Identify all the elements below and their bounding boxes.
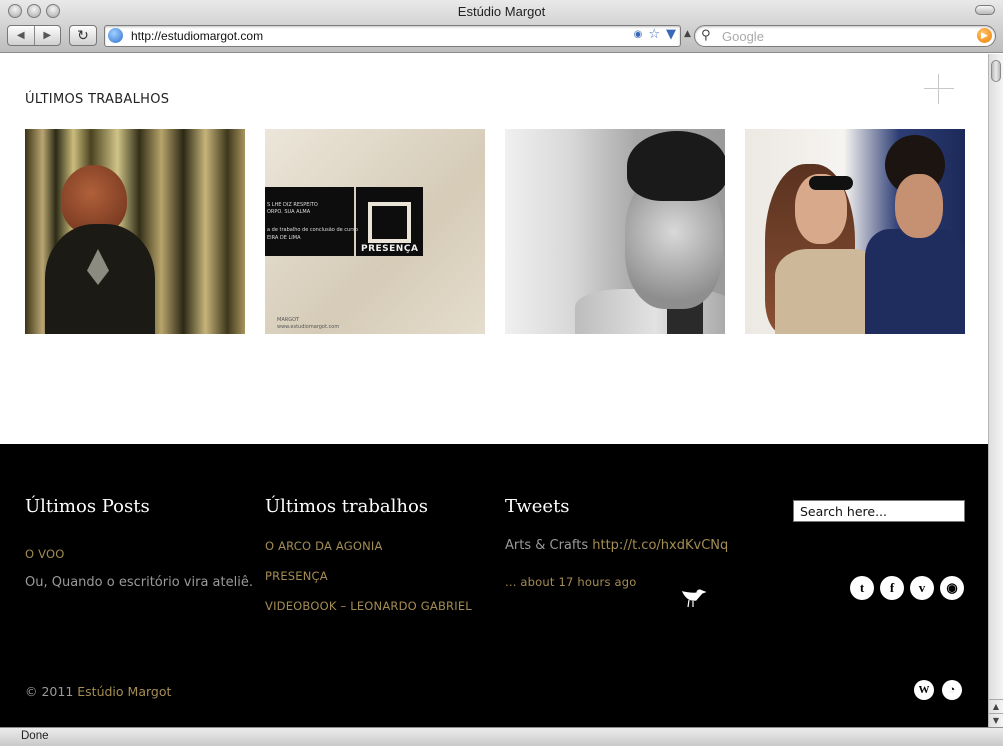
section-title: ÚLTIMOS TRABALHOS [25,92,170,107]
search-input[interactable]: Google [722,29,764,44]
work-link[interactable]: PRESENÇA [265,569,328,583]
wordpress-icon[interactable]: W [914,680,934,700]
orange-go-icon[interactable]: ▶ [977,28,992,43]
web-page: ÚLTIMOS TRABALHOS S LHE DIZ RESPEITO ORP… [0,54,988,727]
rss-icon[interactable]: ◉ [634,29,643,42]
scroll-down-icon[interactable]: ▼ [989,713,1003,727]
thumbnail-title: PRESENÇA [361,244,419,254]
credit-icons: W ◔ [914,680,962,700]
magnifier-icon[interactable]: ⚲ [701,28,711,43]
twitter-icon[interactable]: t [850,576,874,600]
site-footer: Últimos Posts O VOO Ou, Quando o escritó… [0,444,988,727]
work-link[interactable]: VIDEOBOOK – LEONARDO GABRIEL [265,599,472,613]
status-text: Done [21,730,49,742]
works-title: Últimos trabalhos [265,496,429,517]
forward-button[interactable]: ▶ [35,26,61,45]
footer-search-input[interactable]: Search here... [793,500,965,522]
globe-icon [108,28,123,43]
work-thumbnail-1[interactable] [25,129,245,334]
address-bar[interactable]: http://estudiomargot.com ◉ ☆ ▼ [104,25,681,47]
scroll-thumb[interactable] [991,60,1001,82]
tweet-time[interactable]: ... about 17 hours ago [505,575,637,589]
post-excerpt: Ou, Quando o escritório vira ateliê. [25,575,253,590]
post-link[interactable]: O VOO [25,547,64,561]
posts-title: Últimos Posts [25,496,150,517]
star-icon[interactable]: ☆ [648,27,660,42]
tweet-text: Arts & Crafts http://t.co/hxdKvCNq [505,538,729,553]
status-bar: Done [0,727,1003,746]
work-thumbnail-3[interactable] [505,129,725,334]
facebook-icon[interactable]: f [880,576,904,600]
reload-button[interactable]: ↻ [69,25,97,46]
twitter-bird-icon [681,589,706,608]
theme-credit-icon[interactable]: ◔ [942,680,962,700]
history-nav: ◀ ▶ [7,25,61,46]
address-text[interactable]: http://estudiomargot.com [131,29,263,43]
address-bar-icons: ◉ ☆ ▼ [634,27,676,42]
vertical-scrollbar[interactable]: ▲ ▼ [988,54,1003,727]
work-link[interactable]: O ARCO DA AGONIA [265,539,383,553]
copyright: © 2011 Estúdio Margot [25,684,172,699]
browser-toolbar: Estúdio Margot ◀ ▶ ↻ http://estudiomargo… [0,0,1003,53]
window-title: Estúdio Margot [457,4,546,19]
address-dropdown-icon[interactable]: ▲ [684,29,691,39]
plus-icon[interactable] [924,74,954,104]
scroll-up-icon[interactable]: ▲ [989,699,1003,713]
social-icons: t f v ◉ [850,576,964,600]
back-button[interactable]: ◀ [8,26,35,45]
work-thumbnail-4[interactable] [745,129,965,334]
chevron-down-icon[interactable]: ▼ [666,27,676,42]
search-bar[interactable]: ⚲ Google ▶ [694,25,996,47]
brand-link[interactable]: Estúdio Margot [77,684,171,699]
browser-window: Estúdio Margot ◀ ▶ ↻ http://estudiomargo… [0,0,1003,746]
margot-logo: MARGOT [277,317,300,323]
toolbar-toggle-button[interactable] [975,5,995,15]
tweet-link[interactable]: http://t.co/hxdKvCNq [592,538,728,553]
work-thumbnail-2[interactable]: S LHE DIZ RESPEITO ORPO. SUA ALMA a de t… [265,129,485,334]
tweets-title: Tweets [505,496,570,517]
rss-feed-icon[interactable]: ◉ [940,576,964,600]
vimeo-icon[interactable]: v [910,576,934,600]
